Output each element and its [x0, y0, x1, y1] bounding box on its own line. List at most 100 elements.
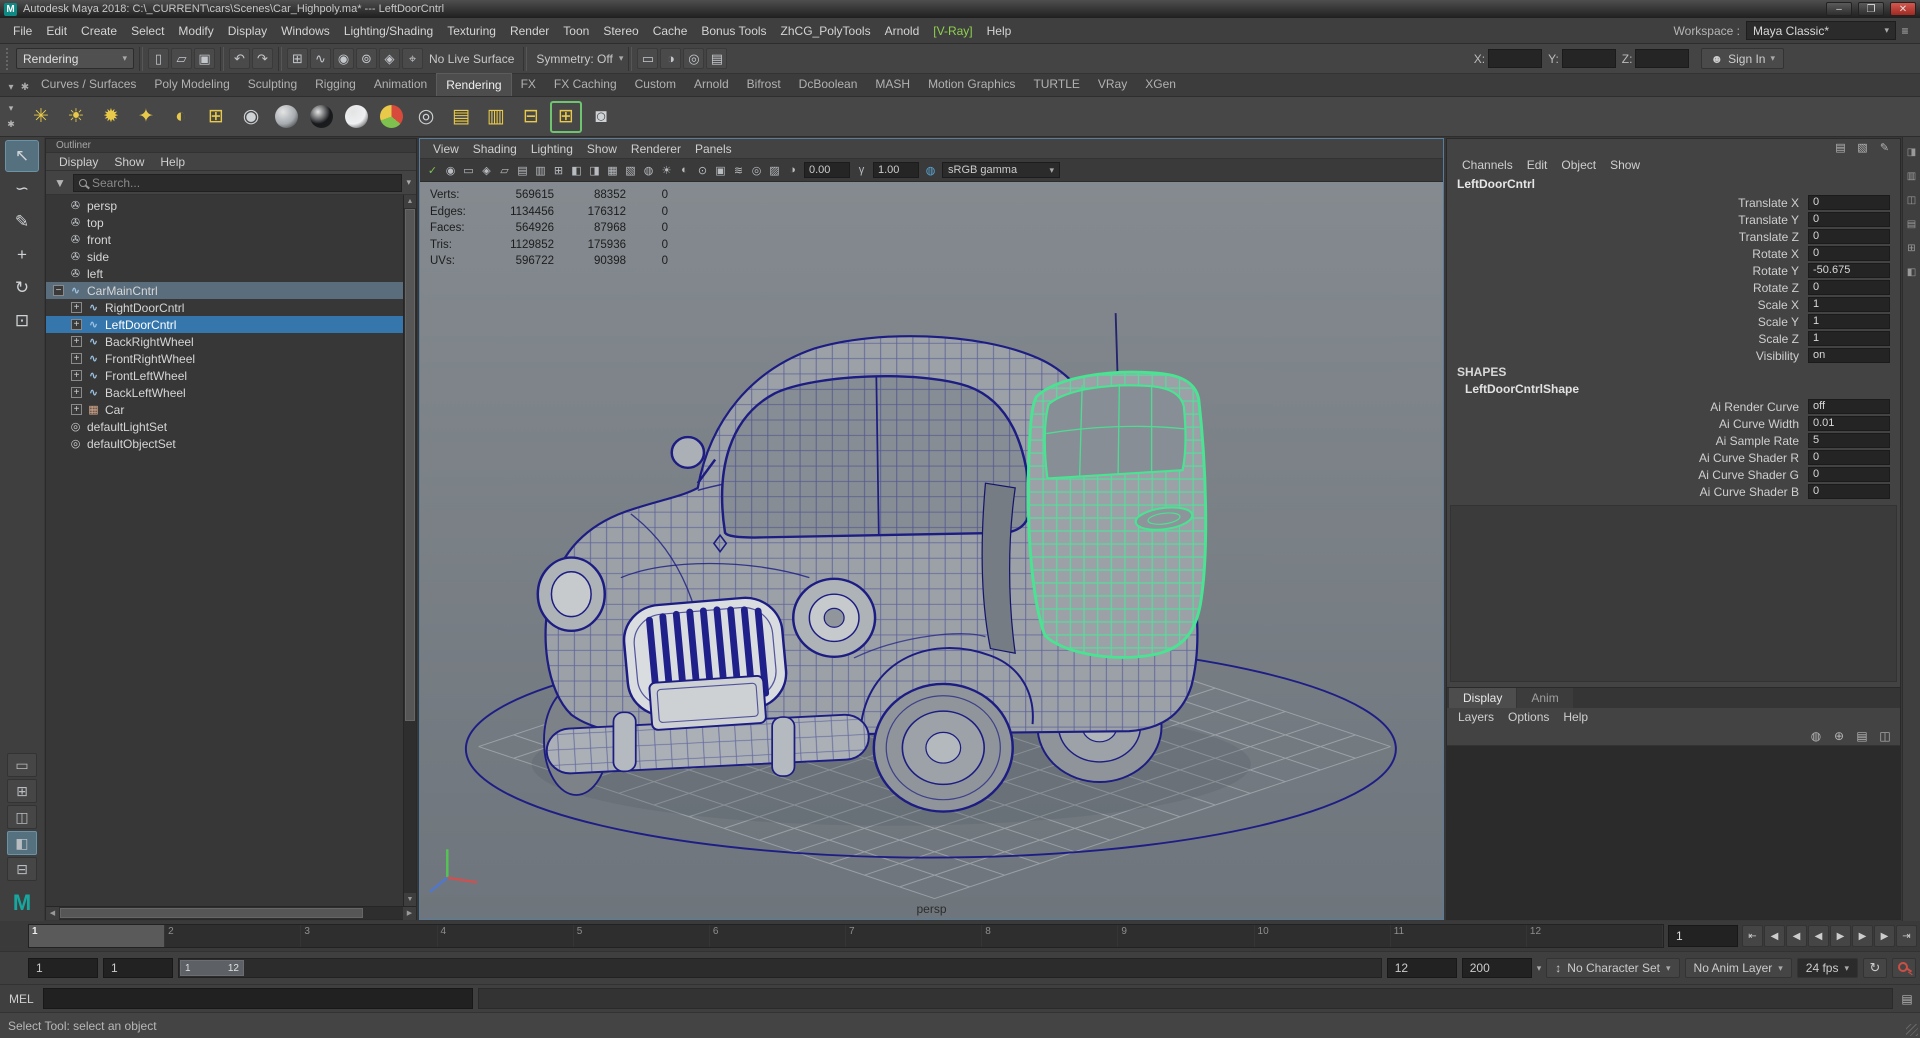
channel-row-scale-x[interactable]: Scale X 1	[1447, 296, 1900, 313]
camera-lock-icon[interactable]: ◉	[442, 162, 459, 179]
playback-start-field[interactable]: 1	[103, 958, 173, 978]
outliner-item-front[interactable]: front	[46, 231, 403, 248]
chevron-down-icon[interactable]: ▾	[1537, 963, 1542, 974]
channel-value-field[interactable]: 0	[1808, 280, 1890, 295]
shelf-tab-vray[interactable]: VRay	[1089, 73, 1136, 96]
z-input[interactable]	[1635, 49, 1690, 68]
snap-curve-icon[interactable]: ∿	[310, 48, 331, 69]
layout-outliner-persp-button[interactable]: ◧	[7, 831, 37, 855]
menu-render[interactable]: Render	[503, 20, 556, 42]
outliner-vertical-scrollbar[interactable]: ▲ ▼	[403, 195, 416, 906]
lasso-tool[interactable]: ∽	[5, 173, 39, 205]
layer-list-mode-icon[interactable]: ◫	[1876, 727, 1894, 745]
outliner-item-side[interactable]: side	[46, 248, 403, 265]
image-plane-icon[interactable]: ▱	[496, 162, 513, 179]
expand-toggle-icon[interactable]	[53, 200, 64, 211]
channel-label[interactable]: Ai Sample Rate	[1716, 434, 1799, 448]
menu-bonus-tools[interactable]: Bonus Tools	[694, 20, 773, 42]
channel-label[interactable]: Ai Curve Width	[1719, 417, 1799, 431]
channel-value-field[interactable]: 0.01	[1808, 416, 1890, 431]
channel-value-field[interactable]: 0	[1808, 195, 1890, 210]
tool-settings-toggle-icon[interactable]: ✎	[1877, 140, 1892, 155]
go-to-end-button[interactable]: ⇥	[1896, 925, 1917, 947]
step-back-key-button[interactable]: ◀	[1786, 925, 1807, 947]
channelbox-toggle-icon[interactable]: ▤	[1833, 140, 1848, 155]
attribute-editor-toggle-icon[interactable]: ▧	[1855, 140, 1870, 155]
shelf-tab-xgen[interactable]: XGen	[1136, 73, 1185, 96]
frame-10[interactable]: 10	[1255, 925, 1391, 947]
batch-render-icon[interactable]: ▥	[480, 101, 512, 133]
outliner-item-defaultlightset[interactable]: defaultLightSet	[46, 418, 403, 435]
channelbox-menu-channels[interactable]: Channels	[1455, 156, 1520, 174]
expand-toggle-icon[interactable]: +	[71, 404, 82, 415]
snap-plane-icon[interactable]: ◈	[379, 48, 400, 69]
channel-row-rotate-z[interactable]: Rotate Z 0	[1447, 279, 1900, 296]
layout-stacked-button[interactable]: ⊟	[7, 857, 37, 881]
film-gate-icon[interactable]: ▤	[514, 162, 531, 179]
expand-toggle-icon[interactable]: +	[71, 353, 82, 364]
scroll-right-icon[interactable]: ▶	[403, 907, 416, 920]
shelf-tab-animation[interactable]: Animation	[365, 73, 436, 96]
current-frame-field[interactable]: 1	[1668, 925, 1738, 947]
viewport-canvas[interactable]: Verts: 569615 88352 0 Edges: 1134456 176…	[420, 182, 1443, 919]
channel-row-translate-y[interactable]: Translate Y 0	[1447, 211, 1900, 228]
shelf-tab-mash[interactable]: MASH	[866, 73, 919, 96]
channel-label[interactable]: Ai Render Curve	[1710, 400, 1799, 414]
expand-toggle-icon[interactable]	[53, 438, 64, 449]
frame-2[interactable]: 2	[165, 925, 302, 947]
outliner-item-persp[interactable]: persp	[46, 197, 403, 214]
safe-action-icon[interactable]: ◨	[586, 162, 603, 179]
menu-v-ray[interactable]: [V-Ray]	[926, 20, 979, 42]
layer-visibility-icon[interactable]: ◍	[1807, 727, 1825, 745]
shelf-tab-arnold[interactable]: Arnold	[685, 73, 738, 96]
menu-toon[interactable]: Toon	[556, 20, 596, 42]
render-flag-icon[interactable]: ⊞	[550, 100, 582, 133]
rotate-tool[interactable]: ↻	[5, 272, 39, 304]
frame-8[interactable]: 8	[982, 925, 1119, 947]
channel-value-field[interactable]: 0	[1808, 484, 1890, 499]
expand-toggle-icon[interactable]: −	[53, 285, 64, 296]
render-view-icon[interactable]: ▭	[637, 48, 659, 69]
frame-12[interactable]: 12	[1527, 925, 1664, 947]
outliner-panel-title[interactable]: Outliner	[46, 139, 416, 153]
outliner-menu-show[interactable]: Show	[107, 153, 151, 171]
volume-light-icon[interactable]: ◐	[165, 101, 197, 133]
channel-label[interactable]: Rotate Z	[1753, 281, 1799, 295]
shelf-tab-curves-surfaces[interactable]: Curves / Surfaces	[32, 73, 145, 96]
lambert-material-icon[interactable]	[340, 101, 372, 133]
channel-row-ai-curve-shader-g[interactable]: Ai Curve Shader G 0	[1447, 466, 1900, 483]
channel-row-rotate-y[interactable]: Rotate Y -50.675	[1447, 262, 1900, 279]
redo-icon[interactable]: ↷	[252, 48, 273, 69]
channel-row-translate-z[interactable]: Translate Z 0	[1447, 228, 1900, 245]
channel-value-field[interactable]: 1	[1808, 331, 1890, 346]
expand-toggle-icon[interactable]: +	[71, 370, 82, 381]
outliner-item-leftdoorcntrl[interactable]: + LeftDoorCntrl	[46, 316, 403, 333]
sidebar-attribute-editor-icon[interactable]: ▥	[1905, 169, 1919, 183]
viewport-menu-show[interactable]: Show	[580, 140, 624, 158]
shelf-tab-dcboolean[interactable]: DcBoolean	[790, 73, 867, 96]
area-light-icon[interactable]: ✦	[130, 101, 162, 133]
channel-value-field[interactable]: 0	[1808, 246, 1890, 261]
channel-row-ai-render-curve[interactable]: Ai Render Curve off	[1447, 398, 1900, 415]
channelbox-menu-show[interactable]: Show	[1603, 156, 1647, 174]
channel-value-field[interactable]: 1	[1808, 297, 1890, 312]
channel-row-ai-sample-rate[interactable]: Ai Sample Rate 5	[1447, 432, 1900, 449]
create-empty-layer-icon[interactable]: ⊕	[1830, 727, 1848, 745]
move-tool[interactable]: +	[5, 239, 39, 271]
snap-grid-icon[interactable]: ⊞	[287, 48, 308, 69]
render-current-frame-icon[interactable]: ◑	[660, 48, 682, 69]
shelf-tab-rigging[interactable]: Rigging	[306, 73, 365, 96]
use-default-material-icon[interactable]: ▣	[712, 162, 729, 179]
shelf-gear-icon[interactable]: ✱	[4, 118, 18, 132]
viewport-menu-lighting[interactable]: Lighting	[524, 140, 580, 158]
menu-set-dropdown[interactable]: Rendering ▾	[16, 48, 134, 69]
channel-label[interactable]: Ai Curve Shader B	[1700, 485, 1799, 499]
channel-row-ai-curve-shader-b[interactable]: Ai Curve Shader B 0	[1447, 483, 1900, 500]
channelbox-menu-edit[interactable]: Edit	[1520, 156, 1555, 174]
paint-select-tool[interactable]: ✎	[5, 206, 39, 238]
exposure-field[interactable]: 0.00	[804, 162, 850, 178]
viewport-menu-renderer[interactable]: Renderer	[624, 140, 688, 158]
wireframe-mode-icon[interactable]: ◍	[640, 162, 657, 179]
layer-list[interactable]	[1447, 746, 1900, 919]
outliner-item-carmaincntrl[interactable]: − CarMainCntrl	[46, 282, 403, 299]
